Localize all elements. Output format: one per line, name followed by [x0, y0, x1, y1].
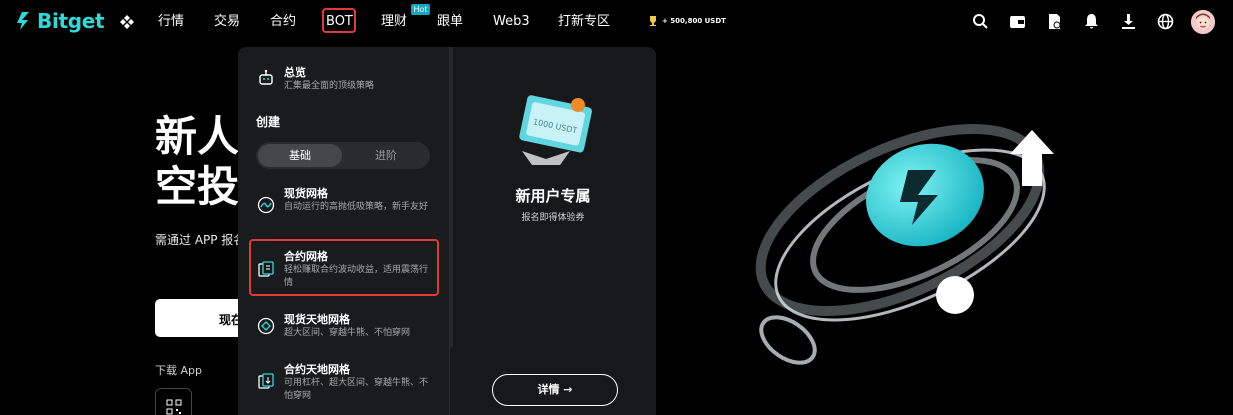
wallet-icon[interactable] [1009, 13, 1026, 30]
download-app-label: 下载 App [155, 364, 202, 377]
brand-name: Bitget [37, 9, 105, 33]
qr-code-icon [166, 399, 181, 414]
spot-grid-title: 现货网格 [284, 187, 328, 200]
segment-basic[interactable]: 基础 [258, 144, 342, 167]
reward-text: + 500,800 USDT [662, 17, 726, 25]
spot-grid-icon [257, 196, 275, 214]
nav-trade[interactable]: 交易 [214, 14, 240, 30]
language-icon[interactable] [1157, 13, 1174, 30]
promo-title: 新用户专属 [515, 187, 591, 205]
menu-item-futures-grid[interactable]: 合约网格 轻松赚取合约波动收益，适用震荡行情 [248, 248, 438, 292]
notification-icon[interactable] [1083, 13, 1100, 30]
search-icon[interactable] [972, 13, 989, 30]
bitget-logo[interactable]: Bitget [16, 9, 105, 33]
futures-grid-icon [258, 261, 274, 277]
bot-dropdown-menu: 总览 汇集最全面的顶级策略 创建 基础 进阶 现货网格 自动运行的高抛低吸策略，… [238, 47, 656, 415]
menu-left-panel [238, 47, 450, 415]
spot-grid-desc: 自动运行的高抛低吸策略，新手友好 [284, 202, 429, 212]
nav-bot[interactable]: BOT [326, 14, 353, 30]
spot-infinity-grid-desc: 超大区间、穿越牛熊、不怕穿网 [284, 328, 411, 338]
avatar-face-icon [1191, 10, 1215, 34]
create-section-label: 创建 [256, 115, 281, 129]
segment-advanced[interactable]: 进阶 [344, 144, 428, 167]
nav-copy-trade[interactable]: 跟单 [437, 14, 463, 30]
top-navbar: Bitget 行情 交易 合约 BOT 理财 Hot 跟单 Web3 打新专区 … [0, 0, 1233, 44]
overview-title: 总览 [284, 66, 306, 79]
futures-grid-title: 合约网格 [284, 250, 328, 263]
hero-subtitle: 需通过 APP 报名 [155, 233, 246, 247]
nav-earn[interactable]: 理财 [381, 14, 407, 30]
coupon-ticket-illustration: 1000 USDT [519, 95, 592, 165]
hero-bitget-coin-illustration [755, 124, 1054, 365]
hot-badge: Hot [411, 4, 430, 15]
trophy-icon [650, 16, 656, 26]
download-icon[interactable] [1120, 13, 1137, 30]
reward-banner[interactable]: + 500,800 USDT [647, 15, 726, 27]
hero-title-line2: 空投 [155, 162, 240, 211]
overview-desc: 汇集最全面的顶级策略 [284, 81, 375, 91]
nav-launchpad[interactable]: 打新专区 [558, 14, 610, 30]
orders-icon[interactable] [1046, 13, 1063, 30]
promo-details-button[interactable]: 详情 → [492, 374, 618, 406]
nav-market[interactable]: 行情 [158, 14, 184, 30]
menu-item-spot-infinity-grid[interactable]: 现货天地网格 超大区间、穿越牛熊、不怕穿网 [248, 311, 438, 345]
bitget-logo-icon [17, 12, 29, 30]
robot-icon [259, 69, 273, 85]
futures-infinity-grid-icon [258, 373, 274, 389]
user-avatar[interactable] [1191, 10, 1215, 34]
futures-grid-desc: 轻松赚取合约波动收益，适用震荡行情 [284, 265, 429, 288]
promo-subtitle: 报名即得体验券 [521, 213, 585, 223]
futures-infinity-grid-desc: 可用杠杆、超大区间、穿越牛熊、不怕穿网 [284, 378, 429, 401]
menu-item-overview[interactable]: 总览 汇集最全面的顶级策略 [248, 63, 438, 93]
nav-futures[interactable]: 合约 [270, 14, 296, 30]
hero-title-line1: 新人 [155, 112, 240, 161]
spot-infinity-grid-icon [257, 317, 275, 335]
nav-web3[interactable]: Web3 [493, 14, 530, 30]
menu-item-spot-grid[interactable]: 现货网格 自动运行的高抛低吸策略，新手友好 [248, 185, 438, 229]
futures-infinity-grid-title: 合约天地网格 [284, 363, 350, 376]
menu-item-futures-infinity-grid[interactable]: 合约天地网格 可用杠杆、超大区间、穿越牛熊、不怕穿网 [248, 361, 438, 405]
bot-type-segmented-control: 基础 进阶 [256, 142, 430, 169]
apps-grid-icon[interactable] [119, 14, 135, 30]
qr-code-button[interactable] [155, 388, 192, 415]
spot-infinity-grid-title: 现货天地网格 [284, 313, 350, 326]
